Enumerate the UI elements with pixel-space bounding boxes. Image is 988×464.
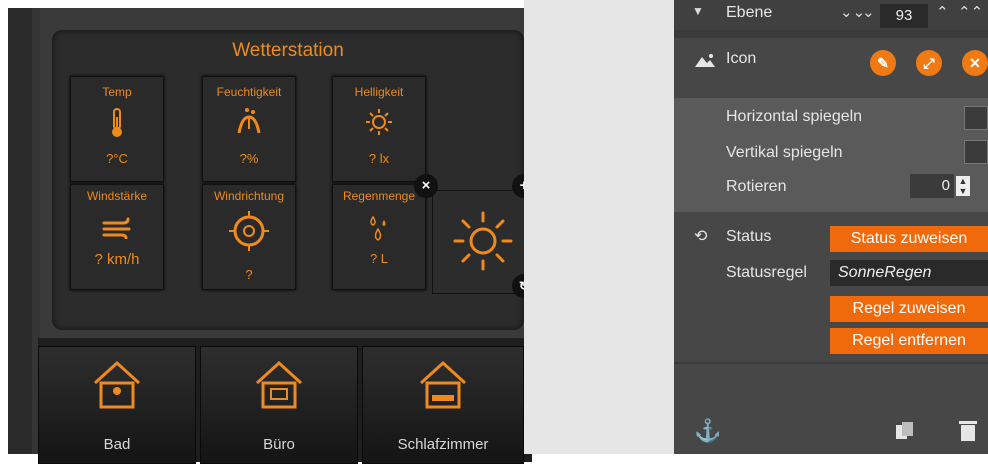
icon-section-label: Icon [726,50,757,67]
humidity-icon [237,108,261,134]
collapse-caret-icon[interactable]: ▼ [692,4,704,18]
tile-value: ?°C [106,151,128,166]
flip-vertical-label: Vertikal spiegeln [726,144,843,161]
tile-value: ? [245,267,253,282]
tile-value: ? L [369,251,389,266]
properties-panel: ▼ Ebene ⌄⌄ ⌄ 93 ⌃ ⌃⌃ Icon ✎ ⤢ ✕ Horizont… [674,0,988,454]
rule-assign-button[interactable]: Regel zuweisen [830,296,988,322]
rooms-bar: Bad Büro Schlafzimmer [38,338,532,464]
flip-horizontal-label: Horizontal spiegeln [726,108,863,125]
remove-element-handle[interactable]: × [414,174,438,198]
brightness-icon [366,109,392,135]
sun-icon [453,211,513,271]
rain-icon [370,215,386,241]
tile-label: Regenmenge [342,189,416,203]
status-section: ⟲ Status Status zuweisen Statusregel Son… [674,212,988,362]
status-rule-label: Statusregel [726,264,807,281]
tile-value: ? lx [368,151,390,166]
room-schlafzimmer[interactable]: Schlafzimmer [362,346,524,464]
compass-icon [229,211,269,251]
anchor-icon[interactable]: ⚓ [694,418,721,444]
layer-value[interactable]: 93 [880,4,928,28]
room-label: Bad [103,436,131,453]
tile-humidity[interactable]: Feuchtigkeit ?% [202,76,296,182]
expand-icon[interactable]: ⤢ [916,50,942,76]
layer-up-icon[interactable]: ⌃ [936,3,949,21]
room-label: Schlafzimmer [397,436,489,453]
tile-label: Temp [102,85,132,99]
tile-label: Windstärke [86,189,148,203]
tile-label: Feuchtigkeit [216,85,282,99]
panel-footer: ⚓ [674,364,988,454]
layer-top-icon[interactable]: ⌃⌃ [958,3,983,21]
tile-value: ?% [239,151,259,166]
status-assign-button[interactable]: Status zuweisen [830,226,988,252]
rotate-stepper-icon[interactable]: ▲ ▼ [956,176,970,196]
trash-icon[interactable] [958,418,978,442]
icon-section: Icon ✎ ⤢ ✕ [674,38,988,98]
layer-label: Ebene [726,4,773,21]
icon-options: Horizontal spiegeln Vertikal spiegeln Ro… [674,98,988,212]
room-buero[interactable]: Büro [200,346,358,464]
workspace-gap [524,0,674,454]
layer-row: ▼ Ebene ⌄⌄ ⌄ 93 ⌃ ⌃⌃ [674,0,988,30]
office-house-icon [255,360,303,409]
flip-horizontal-checkbox[interactable] [964,106,988,130]
rotate-label: Rotieren [726,178,787,195]
thermometer-icon [112,108,122,137]
tile-temp[interactable]: Temp ?°C [70,76,164,182]
status-label: Status [726,228,772,245]
edit-icon[interactable]: ✎ [870,50,896,76]
editor-canvas[interactable]: Wetterstation Temp ?°C Feuchtigkeit ?% H… [8,8,536,464]
close-icon[interactable]: ✕ [962,50,988,76]
wind-icon [102,217,131,239]
tile-label: Helligkeit [354,85,404,99]
tile-value: ? km/h [94,251,140,268]
rotate-input[interactable]: 0 [910,174,954,198]
room-label: Büro [263,436,295,453]
rule-remove-button[interactable]: Regel entfernen [830,328,988,354]
flip-vertical-checkbox[interactable] [964,140,988,164]
layer-down-icon[interactable]: ⌄ [862,3,875,21]
tile-rain[interactable]: Regenmenge ? L [332,184,426,290]
status-rule-field[interactable]: SonneRegen [830,260,988,286]
tile-label: Windrichtung [213,189,285,203]
bed-house-icon [419,360,467,409]
repeat-icon: ⟲ [694,228,708,245]
room-bad[interactable]: Bad [38,346,196,464]
widget-title: Wetterstation [232,40,344,61]
canvas-left-edge [8,8,32,454]
tile-wind-direction[interactable]: Windrichtung ? [202,184,296,290]
tile-wind-speed[interactable]: Windstärke ? km/h [70,184,164,290]
tile-brightness[interactable]: Helligkeit ? lx [332,76,426,182]
image-icon [695,54,715,67]
bath-house-icon [93,360,141,409]
copy-icon[interactable] [894,420,916,442]
